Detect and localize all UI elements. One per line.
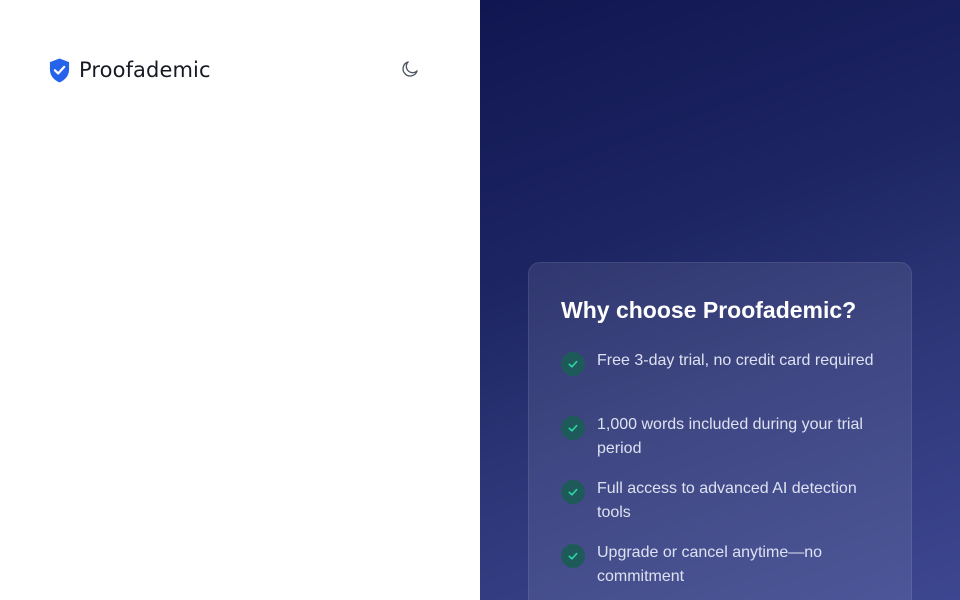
benefit-text: 1,000 words included during your trial p… — [597, 416, 863, 457]
benefits-card: Why choose Proofademic? Free 3-day trial… — [528, 262, 912, 600]
benefits-list: Free 3-day trial, no credit card require… — [561, 349, 891, 600]
check-icon — [561, 480, 585, 504]
benefit-item: Upgrade or cancel anytime—no commitment — [561, 541, 891, 600]
brand-name: Proofademic — [79, 58, 211, 82]
auth-panel: Proofademic — [0, 0, 480, 600]
benefit-text: Upgrade or cancel anytime—no commitment — [597, 544, 823, 585]
benefit-text: Free 3-day trial, no credit card require… — [597, 352, 874, 369]
moon-icon — [400, 59, 420, 82]
theme-toggle-button[interactable] — [398, 58, 422, 82]
check-icon — [561, 352, 585, 376]
benefit-item: Full access to advanced AI detection too… — [561, 477, 891, 541]
shield-check-icon — [48, 57, 79, 84]
promo-panel: Why choose Proofademic? Free 3-day trial… — [480, 0, 960, 600]
check-icon — [561, 416, 585, 440]
check-icon — [561, 544, 585, 568]
benefit-item: Free 3-day trial, no credit card require… — [561, 349, 891, 413]
benefit-text: Full access to advanced AI detection too… — [597, 480, 857, 521]
benefits-title: Why choose Proofademic? — [561, 297, 857, 323]
brand[interactable]: Proofademic — [48, 56, 211, 84]
benefit-item: 1,000 words included during your trial p… — [561, 413, 891, 477]
